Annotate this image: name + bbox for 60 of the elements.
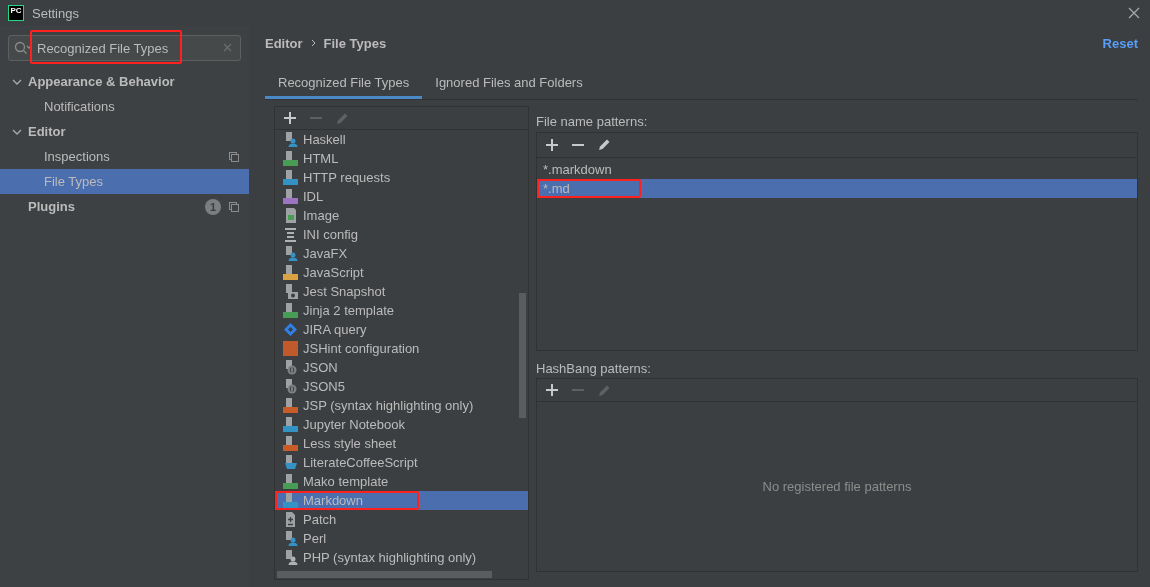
scrollbar[interactable] (277, 571, 492, 578)
file-type-item[interactable]: Jest Snapshot (275, 282, 528, 301)
file-type-item[interactable]: Jupyter Notebook (275, 415, 528, 434)
section-label: File name patterns: (536, 113, 649, 132)
pencil-icon (335, 111, 349, 125)
tree-item[interactable]: Notifications (0, 94, 249, 119)
add-icon (284, 112, 296, 124)
file-type-item[interactable]: Image (275, 206, 528, 225)
clear-icon (223, 43, 232, 52)
file-type-item[interactable]: LiterateCoffeeScript (275, 453, 528, 472)
add-icon (546, 138, 558, 151)
tab[interactable]: Ignored Files and Folders (422, 68, 596, 99)
chevron-icon[interactable] (12, 128, 22, 135)
empty-message: No registered file patterns (762, 479, 912, 495)
chevron-right-icon (310, 39, 316, 47)
section-label: HashBang patterns: (536, 360, 652, 378)
file-type-item[interactable]: Mako template (275, 472, 528, 491)
file-type-item[interactable]: Less style sheet (275, 434, 528, 453)
close-button[interactable] (1126, 5, 1142, 21)
search-icon (14, 41, 32, 55)
file-type-item[interactable]: JavaFX (275, 244, 528, 263)
tree-item[interactable]: Plugins 1 (0, 194, 249, 219)
file-type-item[interactable]: JSON (275, 358, 528, 377)
tree-item[interactable]: Appearance & Behavior (0, 69, 249, 94)
file-type-item[interactable]: Perl (275, 529, 528, 548)
breadcrumb-item: File Types (323, 35, 387, 51)
pencil-icon (597, 383, 611, 397)
file-type-item[interactable]: JSON5 (275, 377, 528, 396)
search-field[interactable]: Recognized File Types (8, 35, 241, 61)
file-type-item[interactable]: PHP (syntax highlighting only) (275, 548, 528, 567)
file-type-icon (283, 284, 298, 299)
count-badge: 1 (205, 198, 221, 215)
breadcrumb-item: Editor (265, 35, 303, 51)
file-type-item[interactable]: JIRA query (275, 320, 528, 339)
file-type-icon (283, 379, 298, 394)
reset-link[interactable]: Reset (1102, 35, 1138, 51)
file-type-item[interactable]: JavaScript (275, 263, 528, 282)
scrollbar[interactable] (519, 293, 526, 418)
file-type-item[interactable]: JSHint configuration (275, 339, 528, 358)
tree-item[interactable]: Inspections (0, 144, 249, 169)
file-type-item[interactable]: IDL (275, 187, 528, 206)
file-type-item[interactable]: JSP (syntax highlighting only) (275, 396, 528, 415)
file-type-icon (283, 360, 298, 375)
chevron-icon[interactable] (12, 78, 22, 85)
remove-icon (572, 389, 584, 392)
window-title: Settings (32, 5, 80, 21)
tab[interactable]: Recognized File Types (265, 68, 423, 99)
file-type-item[interactable]: HTTP requests (275, 168, 528, 187)
file-type-item[interactable]: Haskell (275, 130, 528, 149)
file-type-icon (283, 512, 298, 527)
file-type-item[interactable]: Jinja 2 template (275, 301, 528, 320)
tree-item[interactable]: Editor (0, 119, 249, 144)
file-type-item[interactable]: HTML (275, 149, 528, 168)
pencil-icon (597, 138, 611, 152)
app-logo: PC (8, 5, 24, 21)
file-type-item[interactable]: INI config (275, 225, 528, 244)
pattern-item[interactable]: *.markdown (537, 159, 1137, 179)
add-icon (546, 384, 558, 397)
remove-icon (572, 143, 584, 146)
file-type-item[interactable]: Patch (275, 510, 528, 529)
